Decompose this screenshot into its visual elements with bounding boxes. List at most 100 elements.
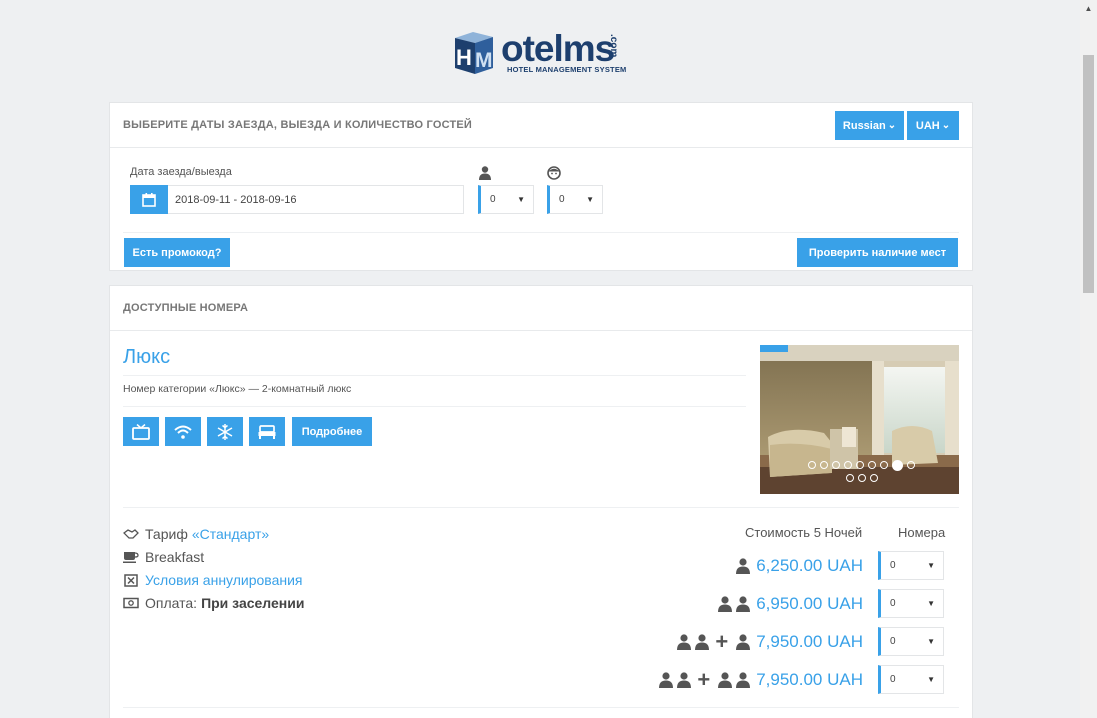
rooms-qty-value: 0 xyxy=(890,636,896,647)
rooms-qty-value: 0 xyxy=(890,560,896,571)
date-range-picker[interactable]: 2018-09-11 - 2018-09-16 xyxy=(130,185,464,214)
carousel-dot[interactable] xyxy=(880,461,888,469)
adults-value: 0 xyxy=(490,194,496,205)
rooms-qty-select[interactable]: 0 ▼ xyxy=(878,627,944,656)
room-details-button[interactable]: Подробнее xyxy=(292,417,372,446)
cancellation-line: Условия аннулирования xyxy=(123,572,303,588)
calendar-icon xyxy=(142,192,156,207)
dropdown-arrow-icon: ▼ xyxy=(927,637,935,646)
rooms-qty-select[interactable]: 0 ▼ xyxy=(878,589,944,618)
dropdown-arrow-icon: ▼ xyxy=(927,561,935,570)
payment-value: При заселении xyxy=(201,595,305,611)
chevron-down-icon: ⌄ xyxy=(887,120,897,131)
hm-cube-logo-icon: H M xyxy=(455,32,493,74)
carousel-dot-active[interactable] xyxy=(892,460,903,471)
carousel-dot[interactable] xyxy=(868,461,876,469)
tariff-line: Тариф «Стандарт» xyxy=(123,526,269,542)
person-icon xyxy=(677,671,692,688)
person-icon xyxy=(736,557,751,574)
page-scrollbar[interactable]: ▲ xyxy=(1080,0,1097,718)
adult-person-icon xyxy=(479,166,491,180)
available-rooms-panel: ДОСТУПНЫЕ НОМЕРА Люкс Номер категории «Л… xyxy=(109,285,973,718)
carousel-dot[interactable] xyxy=(907,461,915,469)
promo-code-button[interactable]: Есть промокод? xyxy=(124,238,230,267)
room-description: Номер категории «Люкс» — 2-комнатный люк… xyxy=(123,383,352,395)
price-row: + 7,950.00 UAH xyxy=(673,627,863,656)
wifi-icon xyxy=(174,425,192,439)
bed-icon xyxy=(258,424,276,439)
dropdown-arrow-icon: ▼ xyxy=(517,195,525,204)
wifi-amenity[interactable] xyxy=(165,417,201,446)
rooms-qty-select[interactable]: 0 ▼ xyxy=(878,665,944,694)
price-value: 6,250.00 UAH xyxy=(756,555,863,575)
tv-amenity[interactable] xyxy=(123,417,159,446)
person-icon xyxy=(718,671,733,688)
price-value: 7,950.00 UAH xyxy=(756,631,863,651)
cost-column-header: Стоимость 5 Ночей xyxy=(745,525,863,540)
divider xyxy=(123,375,746,376)
hotelms-logo: H M otelms .com HOTEL MANAGEMENT SYSTEM xyxy=(449,28,639,78)
rooms-qty-value: 0 xyxy=(890,674,896,685)
scroll-up-arrow-icon[interactable]: ▲ xyxy=(1080,0,1097,17)
tv-icon xyxy=(132,423,150,440)
calendar-button[interactable] xyxy=(130,185,168,214)
carousel-dot[interactable] xyxy=(857,474,866,482)
dropdown-arrow-icon: ▼ xyxy=(927,675,935,684)
rooms-panel-title: ДОСТУПНЫЕ НОМЕРА xyxy=(110,286,972,331)
coffee-cup-icon xyxy=(123,550,139,564)
divider xyxy=(123,507,959,508)
divider xyxy=(123,707,959,708)
carousel-dot[interactable] xyxy=(820,461,828,469)
children-value: 0 xyxy=(559,194,565,205)
dropdown-arrow-icon: ▼ xyxy=(927,599,935,608)
tariff-label: Тариф xyxy=(145,526,188,542)
dropdown-arrow-icon: ▼ xyxy=(586,195,594,204)
carousel-dot[interactable] xyxy=(808,461,816,469)
person-icon xyxy=(736,595,751,612)
money-bill-icon xyxy=(123,596,139,610)
photo-tag xyxy=(760,345,788,352)
svg-text:H: H xyxy=(456,45,472,70)
currency-label: UAH xyxy=(915,119,940,132)
adults-select[interactable]: 0 ▼ xyxy=(478,185,534,214)
language-dropdown[interactable]: Russian ⌄ xyxy=(835,111,904,140)
rooms-qty-value: 0 xyxy=(890,598,896,609)
price-value: 6,950.00 UAH xyxy=(756,593,863,613)
tariff-name-link[interactable]: «Стандарт» xyxy=(192,526,269,542)
carousel-dot[interactable] xyxy=(869,474,878,482)
check-availability-button[interactable]: Проверить наличие мест xyxy=(797,238,958,267)
rooms-qty-select[interactable]: 0 ▼ xyxy=(878,551,944,580)
meal-line: Breakfast xyxy=(123,549,204,565)
chevron-down-icon: ⌄ xyxy=(941,120,951,131)
carousel-dot[interactable] xyxy=(856,461,864,469)
logo-com: .com xyxy=(608,34,619,58)
person-icon xyxy=(736,671,751,688)
carousel-dot[interactable] xyxy=(844,461,852,469)
logo-subtitle: HOTEL MANAGEMENT SYSTEM xyxy=(507,65,627,74)
dates-label: Дата заезда/выезда xyxy=(130,166,232,178)
cancellation-terms-link[interactable]: Условия аннулирования xyxy=(145,572,303,588)
divider xyxy=(123,232,959,233)
carousel-dots[interactable] xyxy=(804,460,919,482)
currency-dropdown[interactable]: UAH ⌄ xyxy=(907,111,959,140)
carousel-dot[interactable] xyxy=(845,474,854,482)
language-label: Russian xyxy=(842,119,886,132)
price-value: 7,950.00 UAH xyxy=(756,669,863,689)
meal-label: Breakfast xyxy=(145,549,205,565)
price-row: 6,250.00 UAH xyxy=(732,551,863,580)
room-photo-carousel[interactable] xyxy=(760,345,959,494)
air-conditioning-amenity[interactable] xyxy=(207,417,243,446)
rooms-column-header: Номера xyxy=(898,525,946,540)
person-icon xyxy=(659,671,674,688)
divider xyxy=(123,406,746,407)
search-panel: ВЫБЕРИТЕ ДАТЫ ЗАЕЗДА, ВЫЕЗДА И КОЛИЧЕСТВ… xyxy=(109,102,973,271)
person-icon xyxy=(677,633,692,650)
children-select[interactable]: 0 ▼ xyxy=(547,185,603,214)
bed-amenity[interactable] xyxy=(249,417,285,446)
person-icon xyxy=(736,633,751,650)
payment-line: Оплата: При заселении xyxy=(123,595,304,611)
date-range-input[interactable]: 2018-09-11 - 2018-09-16 xyxy=(168,185,464,214)
room-name[interactable]: Люкс xyxy=(123,346,170,369)
carousel-dot[interactable] xyxy=(832,461,840,469)
scroll-thumb[interactable] xyxy=(1083,55,1094,293)
